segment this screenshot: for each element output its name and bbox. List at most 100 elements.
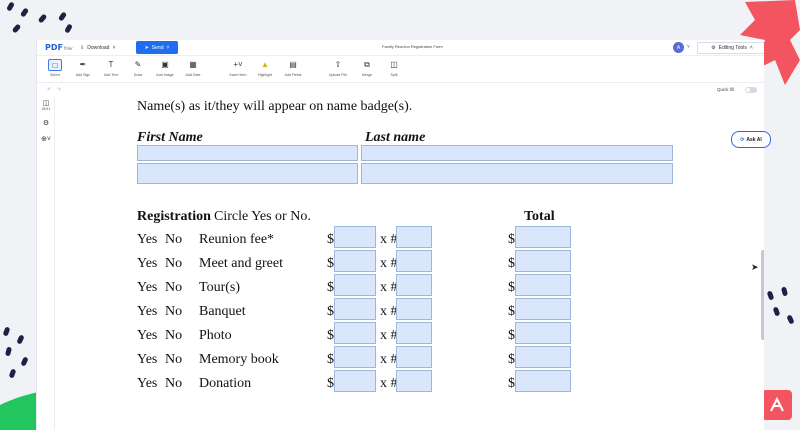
price-field[interactable] (334, 322, 376, 344)
no-option[interactable]: No (165, 304, 182, 320)
undo-icon[interactable]: ↶ (47, 87, 51, 93)
send-button[interactable]: ➤ Send ˅ (136, 41, 178, 54)
pages-icon: ◫ (42, 100, 50, 107)
tool-add-date[interactable]: ▦ Add Date (179, 59, 207, 77)
total-field[interactable] (515, 370, 571, 392)
quantity-label: x # (380, 256, 398, 271)
total-field[interactable] (515, 274, 571, 296)
price-field[interactable] (334, 250, 376, 272)
tool-add-sign[interactable]: ✒ Add Sign (69, 59, 97, 77)
dollar-sign: $ (327, 352, 334, 367)
upload-icon: ⇧ (334, 60, 342, 69)
download-icon: ⇩ (80, 45, 85, 51)
chevron-down-icon: ˅ (166, 44, 170, 51)
no-option[interactable]: No (165, 352, 182, 368)
dollar-sign: $ (327, 280, 334, 295)
tool-draw[interactable]: ✎ Draw (124, 59, 152, 77)
row-label: Meet and greet (199, 256, 283, 271)
dollar-sign: $ (508, 352, 515, 367)
dollar-sign: $ (508, 328, 515, 343)
document-title[interactable]: Family Reunion Registration Form (382, 44, 443, 49)
quantity-field[interactable] (396, 274, 432, 296)
price-field[interactable] (334, 274, 376, 296)
ask-ai-button[interactable]: ⟳ Ask AI (731, 131, 771, 148)
tools-icon: ⚙ (711, 45, 716, 51)
last-name-field-2[interactable] (361, 163, 673, 184)
dollar-sign: $ (327, 256, 334, 271)
quantity-field[interactable] (396, 370, 432, 392)
mouse-cursor-icon: ➤ (751, 262, 759, 272)
settings-icon: ⚙ (42, 120, 50, 127)
quantity-label: x # (380, 232, 398, 247)
tool-upload-file[interactable]: ⇧ Upload File (324, 59, 352, 77)
price-field[interactable] (334, 346, 376, 368)
yes-option[interactable]: Yes (137, 280, 157, 296)
yes-option[interactable]: Yes (137, 376, 157, 392)
last-name-header: Last name (365, 130, 426, 145)
tool-add-fields[interactable]: ▤ Add Fields (279, 59, 307, 77)
tool-select[interactable]: □ Select (41, 59, 69, 77)
yes-option[interactable]: Yes (137, 328, 157, 344)
no-option[interactable]: No (165, 328, 182, 344)
price-field[interactable] (334, 298, 376, 320)
tool-add-text[interactable]: T Add Text (97, 59, 125, 77)
image-icon: ▣ (161, 60, 169, 69)
quantity-field[interactable] (396, 298, 432, 320)
quick-fill-toggle[interactable] (745, 87, 757, 93)
no-option[interactable]: No (165, 256, 182, 272)
redo-icon[interactable]: ↷ (57, 87, 61, 93)
yes-option[interactable]: Yes (137, 256, 157, 272)
download-button[interactable]: ⇩ Download ˅ (80, 42, 115, 54)
total-field[interactable] (515, 298, 571, 320)
quantity-field[interactable] (396, 322, 432, 344)
no-option[interactable]: No (165, 280, 182, 296)
total-field[interactable] (515, 250, 571, 272)
price-field[interactable] (334, 370, 376, 392)
tool-insert-item[interactable]: +˅ Insert Item (224, 59, 252, 77)
avatar[interactable]: A (673, 42, 684, 53)
sidebar-item-settings[interactable]: ⚙ (39, 119, 53, 127)
decorative-dashes-bottom-left (0, 325, 36, 385)
merge-icon: ⧉ (364, 60, 370, 69)
quantity-field[interactable] (396, 226, 432, 248)
total-field[interactable] (515, 346, 571, 368)
no-option[interactable]: No (165, 232, 182, 248)
total-field[interactable] (515, 322, 571, 344)
split-icon: ◫ (390, 60, 398, 69)
chevron-down-icon: ˅ (112, 45, 116, 51)
price-field[interactable] (334, 226, 376, 248)
total-field[interactable] (515, 226, 571, 248)
toolbar: □ Select ✒ Add Sign T Add Text ✎ Draw ▣ Add I… (37, 57, 764, 83)
chevron-down-icon[interactable]: ˅ (687, 44, 690, 50)
no-option[interactable]: No (165, 376, 182, 392)
quantity-field[interactable] (396, 346, 432, 368)
sidebar-item-zoom[interactable]: ⊕˅ (39, 135, 53, 143)
first-name-field-2[interactable] (137, 163, 358, 184)
sidebar-item-pages[interactable]: ◫ 25/41 (39, 99, 53, 111)
first-name-field-1[interactable] (137, 145, 358, 161)
quantity-label: x # (380, 304, 398, 319)
dollar-sign: $ (508, 304, 515, 319)
dollar-sign: $ (327, 304, 334, 319)
fields-icon: ▤ (289, 60, 297, 69)
quick-fill-label: Quick fill (717, 87, 735, 92)
tool-highlight[interactable]: ▲ Highlight (251, 59, 279, 77)
yes-option[interactable]: Yes (137, 304, 157, 320)
row-label: Memory book (199, 352, 279, 367)
tool-merge[interactable]: ⧉ Merge (353, 59, 381, 77)
last-name-field-1[interactable] (361, 145, 673, 161)
yes-option[interactable]: Yes (137, 352, 157, 368)
pdf-logo-badge (762, 390, 792, 420)
editing-tools-button[interactable]: ⚙ Editing Tools ˄ (697, 42, 764, 54)
calendar-icon: ▦ (189, 60, 197, 69)
app-logo[interactable]: PDFfiller (45, 43, 73, 53)
sub-bar: ↶ ↷ Quick fill (37, 84, 764, 96)
scrollbar[interactable] (761, 250, 764, 340)
quantity-label: x # (380, 352, 398, 367)
yes-option[interactable]: Yes (137, 232, 157, 248)
tool-add-image[interactable]: ▣ Add Image (151, 59, 179, 77)
total-header: Total (524, 209, 555, 224)
decorative-dashes-top (0, 0, 80, 40)
tool-split[interactable]: ◫ Split (380, 59, 408, 77)
quantity-field[interactable] (396, 250, 432, 272)
